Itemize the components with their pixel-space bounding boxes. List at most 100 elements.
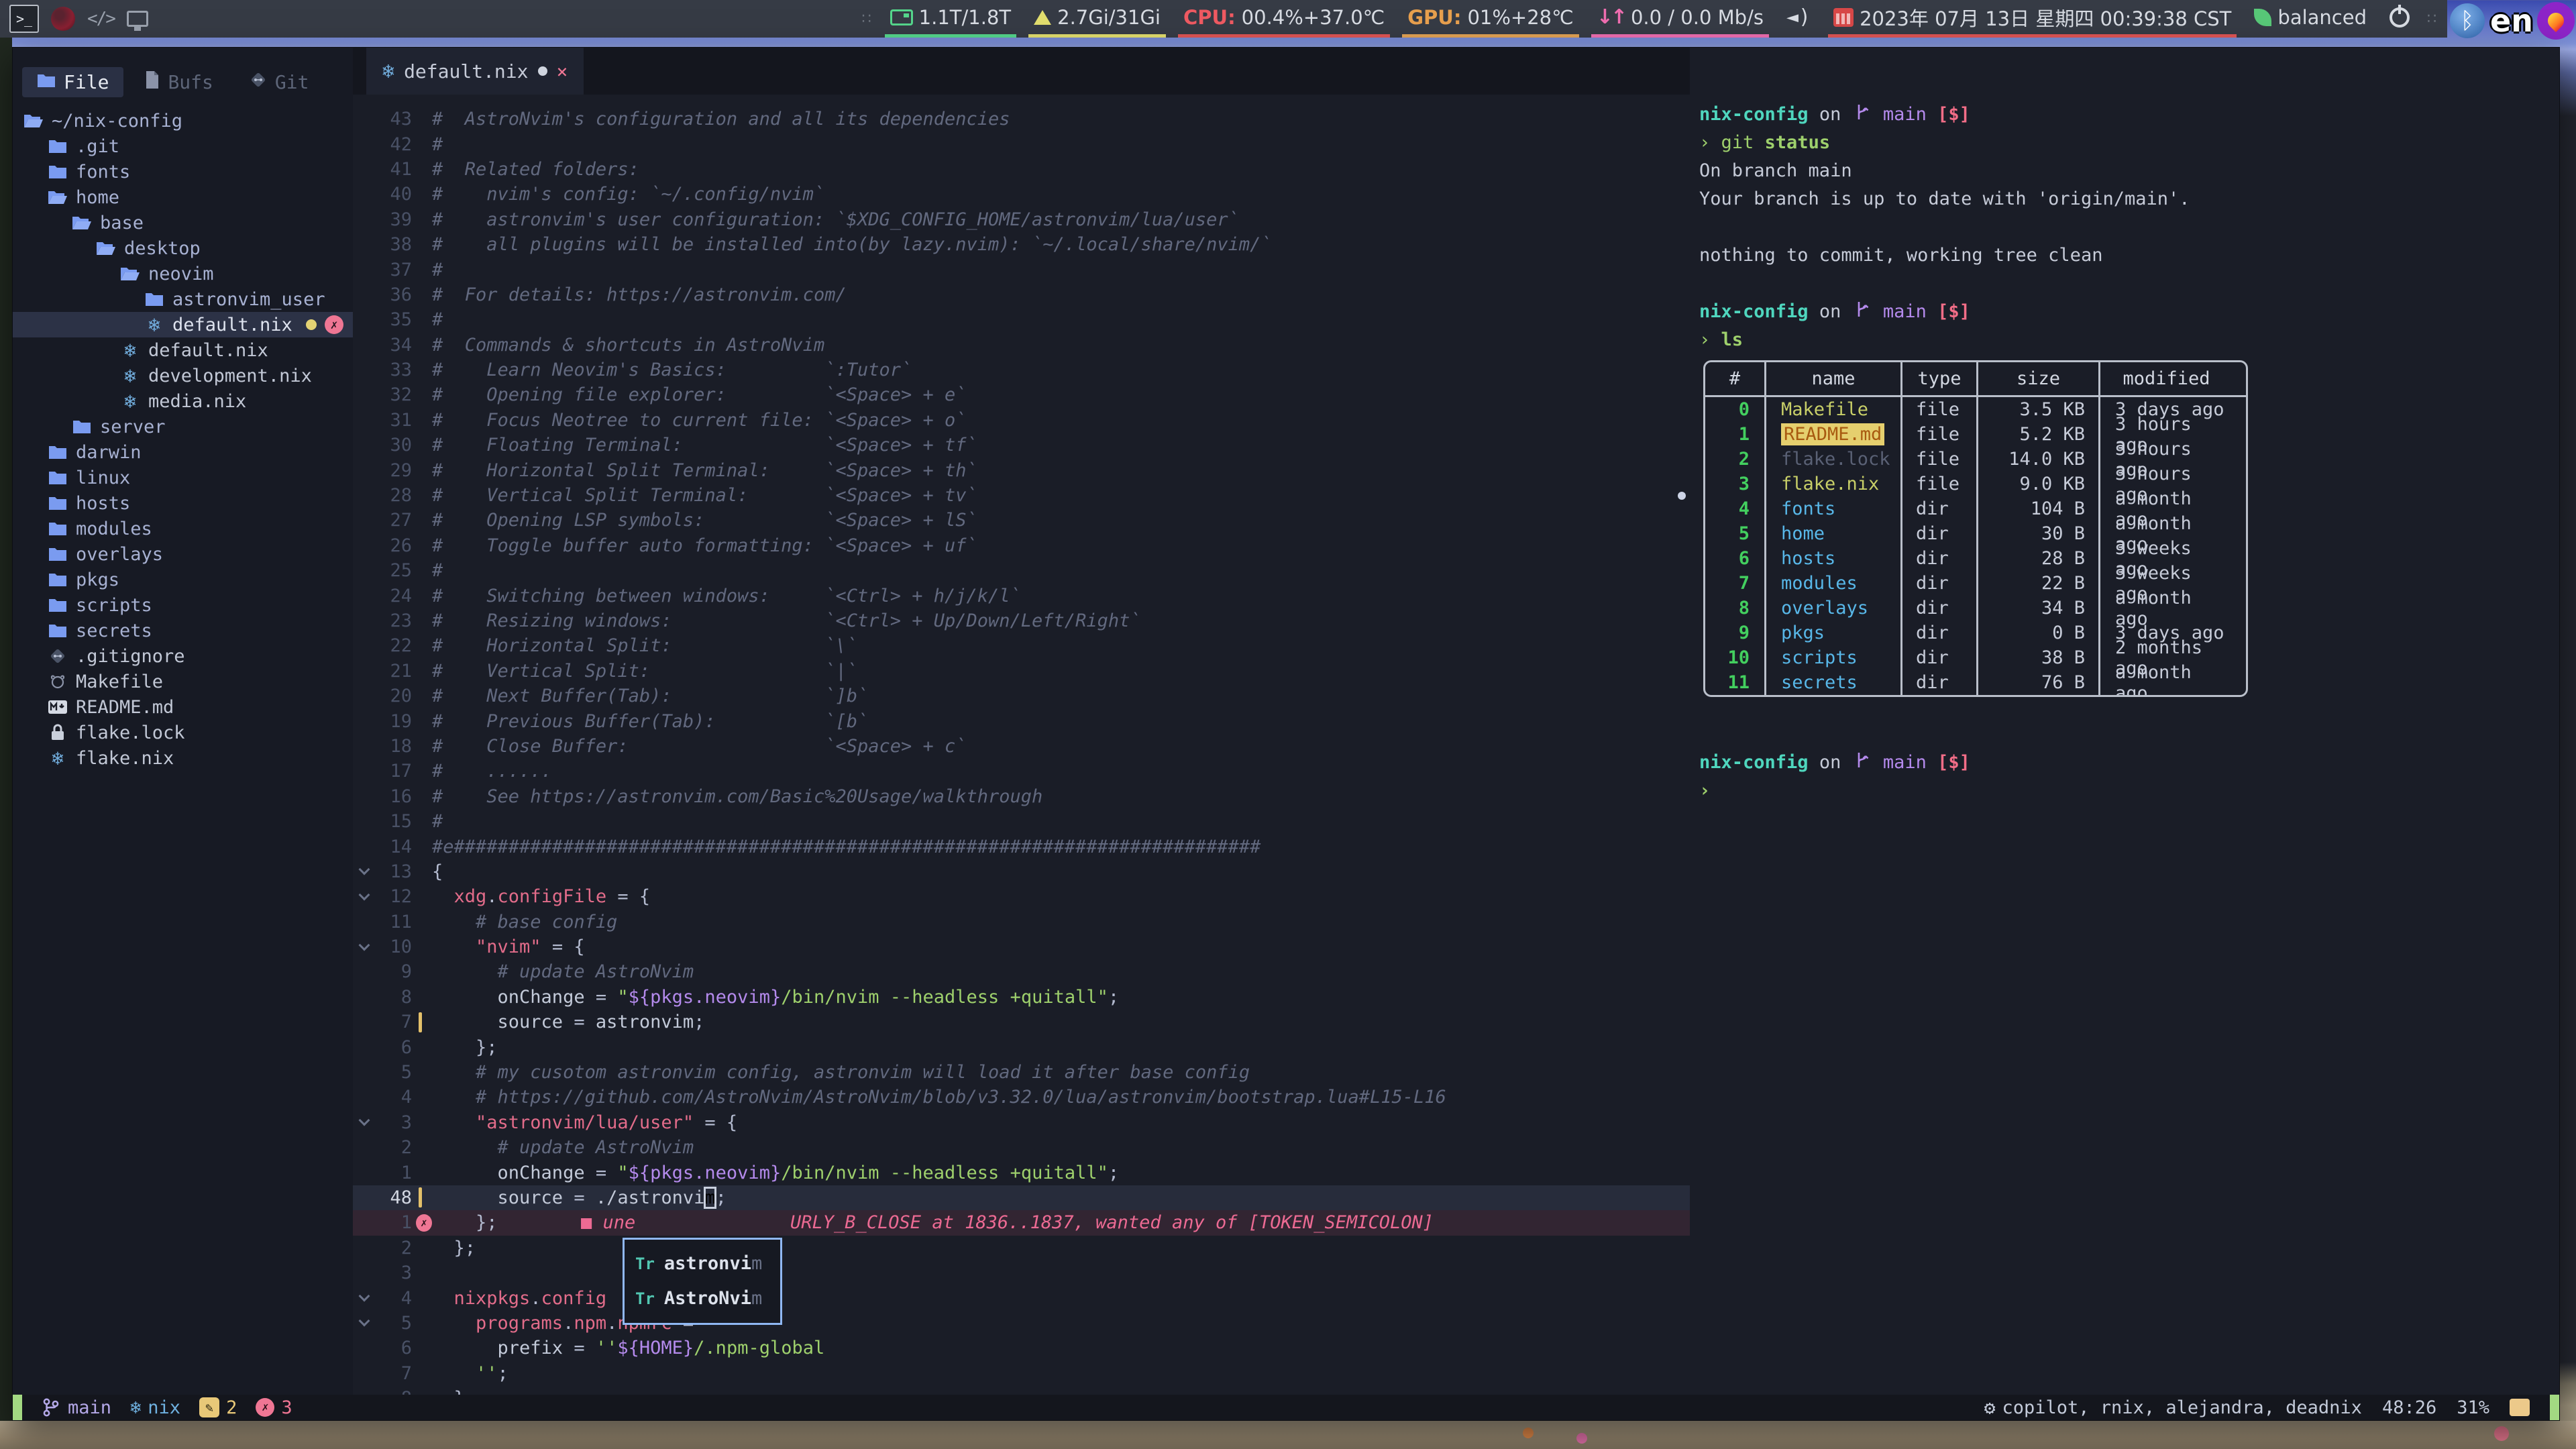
tree-item-astronvimuser[interactable]: astronvim_user — [13, 286, 353, 312]
code-line[interactable]: 7 ''; — [353, 1361, 1690, 1386]
tree-item-flake.lock[interactable]: flake.lock — [13, 720, 353, 745]
completion-popup[interactable]: TrastronvimTrAstroNvim — [623, 1238, 782, 1325]
fold-chevron-icon[interactable] — [353, 1296, 376, 1300]
statusline-git-branch[interactable]: main — [41, 1397, 111, 1418]
code-line[interactable]: 16# See https://astronvim.com/Basic%20Us… — [353, 784, 1690, 809]
code-line[interactable]: 24# Switching between windows: `<Ctrl> +… — [353, 583, 1690, 608]
code-area[interactable]: 43# AstroNvim's configuration and all it… — [353, 95, 1690, 1395]
code-line[interactable]: 40# nvim's config: `~/.config/nvim` — [353, 182, 1690, 207]
flame-icon[interactable] — [2537, 2, 2575, 40]
tree-item-.gitignore[interactable]: .gitignore — [13, 643, 353, 669]
code-line[interactable]: 5 # my cusotom astronvim config, astronv… — [353, 1060, 1690, 1085]
cpu-stat[interactable]: CPU: 00.4%+37.0℃ — [1178, 0, 1390, 38]
firefox-icon[interactable] — [51, 7, 75, 31]
statusline-warnings[interactable]: ✎ 2 — [199, 1397, 237, 1418]
completion-item-astronvi[interactable]: TrAstroNvim — [625, 1281, 780, 1316]
network-stat[interactable]: ↓↑ 0.0 / 0.0 Mb/s — [1591, 0, 1769, 38]
tree-item-modules[interactable]: modules — [13, 516, 353, 541]
code-line[interactable]: 18# Close Buffer: `<Space> + c` — [353, 734, 1690, 759]
code-line[interactable]: 13{ — [353, 859, 1690, 884]
code-line[interactable]: 22# Horizontal Split: `\` — [353, 633, 1690, 658]
code-icon[interactable]: </> — [87, 9, 115, 29]
tree-item-hosts[interactable]: hosts — [13, 490, 353, 516]
tree-item-default.nix[interactable]: ❄default.nix — [13, 337, 353, 363]
completion-item-astronvi[interactable]: Trastronvim — [625, 1246, 780, 1281]
code-line[interactable]: 25# — [353, 558, 1690, 583]
code-line[interactable]: 10 "nvim" = { — [353, 934, 1690, 959]
tree-item-linux[interactable]: linux — [13, 465, 353, 490]
split-separator-handle[interactable] — [1678, 492, 1686, 500]
tree-item-base[interactable]: base — [13, 210, 353, 235]
code-line[interactable]: 4 # https://github.com/AstroNvim/AstroNv… — [353, 1085, 1690, 1110]
memory-usage-stat[interactable]: 2.7Gi/31Gi — [1028, 0, 1166, 38]
code-line[interactable]: 8 }; — [353, 1386, 1690, 1395]
code-line[interactable]: 34# Commands & shortcuts in AstroNvim — [353, 333, 1690, 358]
code-line[interactable]: 11 # base config — [353, 910, 1690, 934]
tree-item-darwin[interactable]: darwin — [13, 439, 353, 465]
code-line[interactable]: 12 xdg.configFile = { — [353, 884, 1690, 909]
tree-item-default.nix[interactable]: ❄default.nix✗ — [13, 312, 353, 337]
buffer-tab-default-nix[interactable]: ❄ default.nix × — [366, 48, 584, 95]
tree-item-nix-config[interactable]: ~/nix-config — [13, 108, 353, 133]
fold-chevron-icon[interactable] — [353, 1120, 376, 1124]
sidebar-tab-file[interactable]: File — [22, 67, 123, 97]
code-line[interactable]: 15# — [353, 809, 1690, 834]
sidebar-tab-bufs[interactable]: Bufs — [130, 66, 227, 98]
code-line[interactable]: 14#e####################################… — [353, 834, 1690, 859]
code-line[interactable]: 8 onChange = "${pkgs.neovim}/bin/nvim --… — [353, 985, 1690, 1010]
tree-item-fonts[interactable]: fonts — [13, 159, 353, 184]
tree-item-scripts[interactable]: scripts — [13, 592, 353, 618]
power-button[interactable] — [2384, 0, 2415, 38]
code-line[interactable]: 3 "astronvim/lua/user" = { — [353, 1110, 1690, 1135]
clock-stat[interactable]: 2023年 07月 13日 星期四 00:39:38 CST — [1828, 0, 2237, 38]
terminal-icon[interactable]: >_ — [9, 5, 39, 33]
code-line[interactable]: 21# Vertical Split: `|` — [353, 659, 1690, 684]
gpu-stat[interactable]: GPU: 01%+28℃ — [1402, 0, 1578, 38]
code-line[interactable]: 6 }; — [353, 1034, 1690, 1059]
code-line[interactable]: 17# ...... — [353, 759, 1690, 784]
terminal-pane[interactable]: nix-config on main [$]› git statusOn bra… — [1690, 48, 2559, 1395]
fold-chevron-icon[interactable] — [353, 869, 376, 873]
monitor-icon[interactable] — [127, 11, 148, 27]
power-profile-stat[interactable]: balanced — [2249, 0, 2372, 38]
fold-chevron-icon[interactable] — [353, 945, 376, 949]
code-line[interactable]: 36# For details: https://astronvim.com/ — [353, 282, 1690, 307]
tree-item-overlays[interactable]: overlays — [13, 541, 353, 567]
tree-item-pkgs[interactable]: pkgs — [13, 567, 353, 592]
code-line[interactable]: 29# Horizontal Split Terminal: `<Space> … — [353, 458, 1690, 482]
code-line[interactable]: 19# Previous Buffer(Tab): `[b` — [353, 708, 1690, 733]
sidebar-tab-git[interactable]: Git — [235, 67, 324, 97]
code-line[interactable]: 39# astronvim's user configuration: `$XD… — [353, 207, 1690, 232]
code-line[interactable]: 9 # update AstroNvim — [353, 959, 1690, 984]
close-buffer-icon[interactable]: × — [557, 60, 568, 83]
code-line[interactable]: 38# all plugins will be installed into(b… — [353, 232, 1690, 257]
code-line[interactable]: 33# Learn Neovim's Basics: `:Tutor` — [353, 358, 1690, 382]
keyboard-layout-indicator[interactable]: en — [2490, 3, 2533, 39]
tree-item-neovim[interactable]: neovim — [13, 261, 353, 286]
code-line[interactable]: 1✗ };■ uneURLY_B_CLOSE at 1836..1837, wa… — [353, 1210, 1690, 1235]
code-line[interactable]: 27# Opening LSP symbols: `<Space> + lS` — [353, 508, 1690, 533]
tree-item-media.nix[interactable]: ❄media.nix — [13, 388, 353, 414]
code-line[interactable]: 26# Toggle buffer auto formatting: `<Spa… — [353, 533, 1690, 558]
code-line[interactable]: 35# — [353, 307, 1690, 332]
tree-item-.git[interactable]: .git — [13, 133, 353, 159]
code-line[interactable]: 6 prefix = ''${HOME}/.npm-global — [353, 1336, 1690, 1360]
code-line[interactable]: 1 onChange = "${pkgs.neovim}/bin/nvim --… — [353, 1160, 1690, 1185]
volume-indicator[interactable]: ◄) — [1781, 0, 1816, 38]
code-line[interactable]: 31# Focus Neotree to current file: `<Spa… — [353, 408, 1690, 433]
code-line[interactable]: 41# Related folders: — [353, 157, 1690, 182]
code-line[interactable]: 4 nixpkgs.config — [353, 1285, 1690, 1310]
tree-item-desktop[interactable]: desktop — [13, 235, 353, 261]
code-line[interactable]: 23# Resizing windows: `<Ctrl> + Up/Down/… — [353, 608, 1690, 633]
code-line[interactable]: 5 programs.npm.npmrc = '' — [353, 1311, 1690, 1336]
code-line-cursor[interactable]: 48 source = ./astronvim; — [353, 1185, 1690, 1210]
code-line[interactable]: 2 }; — [353, 1236, 1690, 1260]
code-line[interactable]: 30# Floating Terminal: `<Space> + tf` — [353, 433, 1690, 458]
fold-chevron-icon[interactable] — [353, 895, 376, 899]
statusline-errors[interactable]: ✗ 3 — [256, 1397, 292, 1418]
code-line[interactable]: 7 source = astronvim; — [353, 1010, 1690, 1034]
tree-item-secrets[interactable]: secrets — [13, 618, 353, 643]
code-line[interactable]: 32# Opening file explorer: `<Space> + e` — [353, 382, 1690, 407]
tree-item-development.nix[interactable]: ❄development.nix — [13, 363, 353, 388]
tree-item-Makefile[interactable]: Makefile — [13, 669, 353, 694]
